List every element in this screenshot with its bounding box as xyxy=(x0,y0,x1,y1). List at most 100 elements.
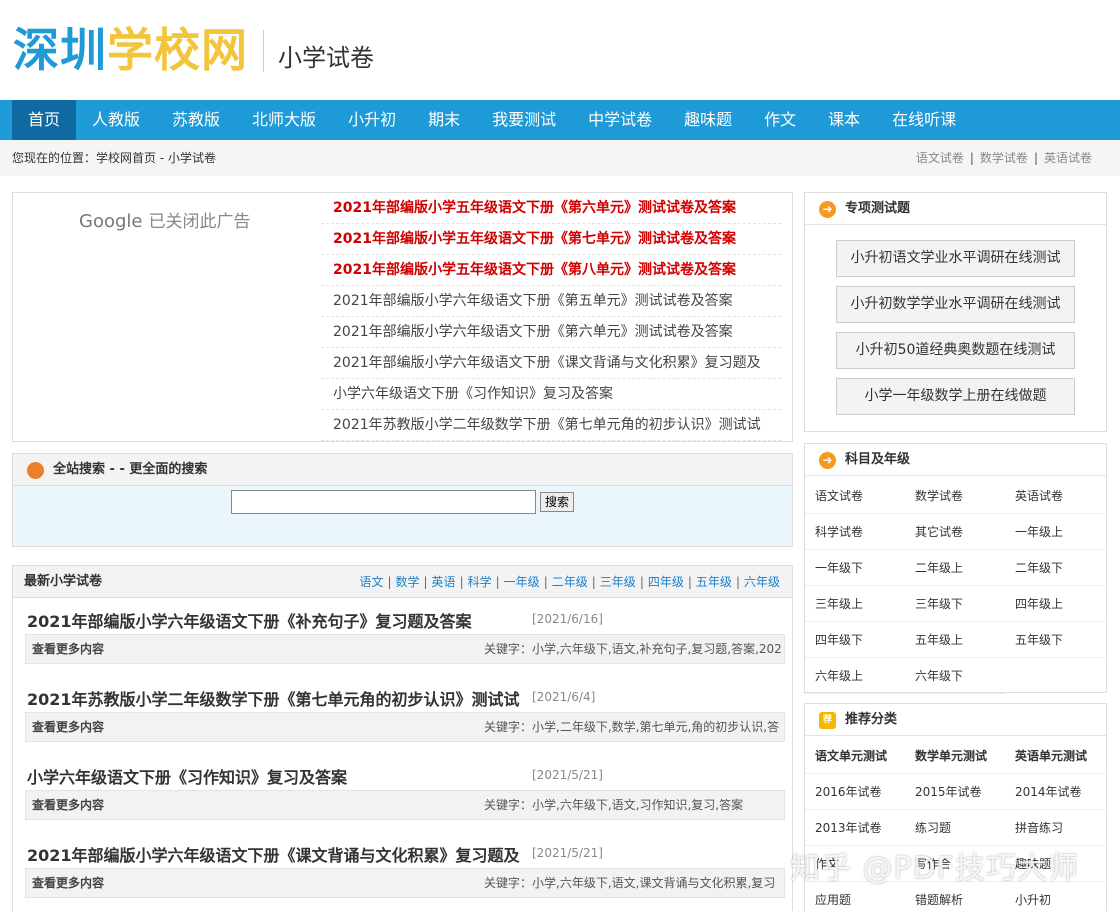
site-logo[interactable]: 深圳学校网 xyxy=(13,22,248,78)
article-date: [2021/6/16] xyxy=(532,612,603,626)
subject-link[interactable]: 六年级上 xyxy=(805,658,905,694)
subjects-header: ➜ 科目及年级 xyxy=(805,444,1106,476)
recommended-link[interactable]: 练习题 xyxy=(905,810,1005,846)
nav-item-sujiao[interactable]: 苏教版 xyxy=(156,100,236,140)
recommended-link[interactable]: 英语单元测试 xyxy=(1005,738,1105,774)
subject-link[interactable]: 一年级下 xyxy=(805,550,905,586)
pipe-divider: | xyxy=(543,575,548,589)
main-nav: 首页 人教版 苏教版 北师大版 小升初 期末 我要测试 中学试卷 趣味题 作文 … xyxy=(0,100,1120,140)
subject-link[interactable]: 二年级上 xyxy=(905,550,1005,586)
special-tests-header: ➜ 专项测试题 xyxy=(805,193,1106,225)
top-article-item[interactable]: 2021年苏教版小学二年级数学下册《第七单元角的初步认识》测试试 xyxy=(321,410,781,441)
site-header: 深圳学校网 小学试卷 xyxy=(0,0,1120,100)
nav-item-pep[interactable]: 人教版 xyxy=(76,100,156,140)
filter-tab-grade5[interactable]: 五年级 xyxy=(696,575,732,589)
nav-item-textbook[interactable]: 课本 xyxy=(812,100,876,140)
top-article-item[interactable]: 2021年部编版小学五年级语文下册《第六单元》测试试卷及答案 xyxy=(321,193,781,224)
nav-item-middle-school[interactable]: 中学试卷 xyxy=(572,100,668,140)
top-article-item[interactable]: 2021年部编版小学六年级语文下册《第六单元》测试试卷及答案 xyxy=(321,317,781,348)
filter-tab-chinese[interactable]: 语文 xyxy=(359,575,383,589)
filter-tab-grade1[interactable]: 一年级 xyxy=(504,575,540,589)
subject-link[interactable]: 四年级下 xyxy=(805,622,905,658)
ad-closed-text: 已关闭此广告 xyxy=(148,212,251,232)
special-test-button[interactable]: 小升初数学学业水平调研在线测试 xyxy=(836,286,1075,323)
pipe-divider: | xyxy=(687,575,692,589)
top-article-list: 2021年部编版小学五年级语文下册《第六单元》测试试卷及答案 2021年部编版小… xyxy=(321,193,781,441)
filter-tab-grade4[interactable]: 四年级 xyxy=(648,575,684,589)
quick-link-math[interactable]: 数学试卷 xyxy=(980,151,1028,165)
top-article-item[interactable]: 2021年部编版小学六年级语文下册《课文背诵与文化积累》复习题及 xyxy=(321,348,781,379)
article-title-link[interactable]: 2021年部编版小学六年级语文下册《课文背诵与文化积累》复习题及 xyxy=(27,842,520,866)
subject-link[interactable]: 语文试卷 xyxy=(805,478,905,514)
recommend-badge-icon: 荐 xyxy=(819,712,836,729)
pipe-divider: | xyxy=(495,575,500,589)
subject-link[interactable]: 科学试卷 xyxy=(805,514,905,550)
subject-link[interactable]: 英语试卷 xyxy=(1005,478,1105,514)
top-article-item[interactable]: 2021年部编版小学六年级语文下册《第五单元》测试试卷及答案 xyxy=(321,286,781,317)
filter-tab-grade6[interactable]: 六年级 xyxy=(744,575,780,589)
subjects-grades-panel: ➜ 科目及年级 语文试卷 数学试卷 英语试卷 科学试卷 其它试卷 一年级上 一年… xyxy=(804,443,1107,694)
quick-link-chinese[interactable]: 语文试卷 xyxy=(916,151,964,165)
view-more-link[interactable]: 查看更多内容 xyxy=(32,635,104,663)
recommended-header: 荐 推荐分类 xyxy=(805,704,1106,736)
recommended-link[interactable]: 2015年试卷 xyxy=(905,774,1005,810)
article-meta-bar: 查看更多内容 关键字：小学,二年级下,数学,第七单元,角的初步认识,答 xyxy=(25,712,785,742)
recommended-link[interactable]: 2016年试卷 xyxy=(805,774,905,810)
filter-tab-grade3[interactable]: 三年级 xyxy=(600,575,636,589)
view-more-link[interactable]: 查看更多内容 xyxy=(32,869,104,897)
article-meta-bar: 查看更多内容 关键字：小学,六年级下,语文,补充句子,复习题,答案,2021 xyxy=(25,634,785,664)
subject-link[interactable]: 数学试卷 xyxy=(905,478,1005,514)
recommended-link[interactable]: 数学单元测试 xyxy=(905,738,1005,774)
subject-link[interactable]: 二年级下 xyxy=(1005,550,1105,586)
breadcrumb: 您现在的位置：学校网首页 - 小学试卷 xyxy=(12,151,216,165)
nav-item-home[interactable]: 首页 xyxy=(12,100,77,140)
top-article-item[interactable]: 小学六年级语文下册《习作知识》复习及答案 xyxy=(321,379,781,410)
search-globe-icon xyxy=(27,462,44,479)
recommended-link[interactable]: 2014年试卷 xyxy=(1005,774,1105,810)
subject-link[interactable]: 三年级上 xyxy=(805,586,905,622)
recommended-link[interactable]: 拼音练习 xyxy=(1005,810,1105,846)
nav-item-online-class[interactable]: 在线听课 xyxy=(876,100,972,140)
top-article-item[interactable]: 2021年部编版小学五年级语文下册《第七单元》测试试卷及答案 xyxy=(321,224,781,255)
recommended-link[interactable]: 语文单元测试 xyxy=(805,738,905,774)
logo-text-part2: 学校网 xyxy=(107,23,248,77)
subject-link[interactable]: 一年级上 xyxy=(1005,514,1105,550)
filter-tab-science[interactable]: 科学 xyxy=(468,575,492,589)
nav-item-xiaoshengchu[interactable]: 小升初 xyxy=(332,100,412,140)
subject-link[interactable]: 五年级下 xyxy=(1005,622,1105,658)
view-more-link[interactable]: 查看更多内容 xyxy=(32,791,104,819)
latest-papers-header: 最新小学试卷 语文 | 数学 | 英语 | 科学 | 一年级 | 二年级 | 三年级 | 四年级 | 五年级 | 六… xyxy=(13,566,792,598)
special-test-button[interactable]: 小学一年级数学上册在线做题 xyxy=(836,378,1075,415)
subjects-title: 科目及年级 xyxy=(845,452,911,467)
top-article-item[interactable]: 2021年部编版小学五年级语文下册《第八单元》测试试卷及答案 xyxy=(321,255,781,286)
article-keywords: 关键字：小学,二年级下,数学,第七单元,角的初步认识,答 xyxy=(484,720,780,734)
arrow-right-circle-icon: ➜ xyxy=(819,201,836,218)
logo-text-part1: 深圳 xyxy=(13,23,107,77)
nav-item-beishida[interactable]: 北师大版 xyxy=(236,100,332,140)
view-more-link[interactable]: 查看更多内容 xyxy=(32,713,104,741)
article-date: [2021/6/4] xyxy=(532,690,596,704)
article-title-link[interactable]: 2021年苏教版小学二年级数学下册《第七单元角的初步认识》测试试 xyxy=(27,686,520,710)
article-meta-bar: 查看更多内容 关键字：小学,六年级下,语文,课文背诵与文化积累,复习 xyxy=(25,868,785,898)
subject-link[interactable]: 四年级上 xyxy=(1005,586,1105,622)
filter-tab-math[interactable]: 数学 xyxy=(395,575,419,589)
filter-tab-english[interactable]: 英语 xyxy=(432,575,456,589)
quick-link-english[interactable]: 英语试卷 xyxy=(1044,151,1092,165)
subject-link[interactable]: 三年级下 xyxy=(905,586,1005,622)
special-test-button[interactable]: 小升初50道经典奥数题在线测试 xyxy=(836,332,1075,369)
special-test-button[interactable]: 小升初语文学业水平调研在线测试 xyxy=(836,240,1075,277)
special-tests-title: 专项测试题 xyxy=(845,201,911,216)
article-title-link[interactable]: 小学六年级语文下册《习作知识》复习及答案 xyxy=(27,764,347,788)
subject-link[interactable]: 其它试卷 xyxy=(905,514,1005,550)
subject-link[interactable]: 六年级下 xyxy=(905,658,1005,694)
search-button[interactable]: 搜索 xyxy=(540,492,575,512)
nav-item-final-exam[interactable]: 期末 xyxy=(412,100,476,140)
article-title-link[interactable]: 2021年部编版小学六年级语文下册《补充句子》复习题及答案 xyxy=(27,608,472,632)
subject-link[interactable]: 五年级上 xyxy=(905,622,1005,658)
filter-tab-grade2[interactable]: 二年级 xyxy=(552,575,588,589)
recommended-link[interactable]: 2013年试卷 xyxy=(805,810,905,846)
nav-item-composition[interactable]: 作文 xyxy=(748,100,812,140)
nav-item-take-test[interactable]: 我要测试 xyxy=(476,100,572,140)
search-input[interactable] xyxy=(231,490,536,514)
nav-item-fun-questions[interactable]: 趣味题 xyxy=(668,100,748,140)
